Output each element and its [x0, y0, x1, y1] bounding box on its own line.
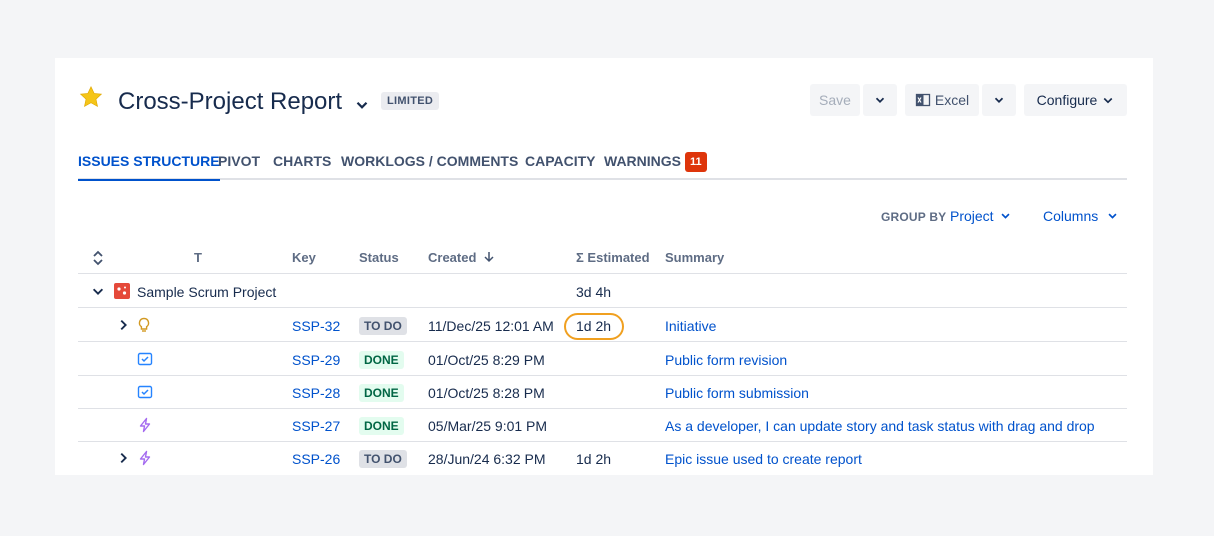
chevron-down-icon [1104, 97, 1113, 104]
issue-key-link[interactable]: SSP-27 [292, 418, 340, 434]
column-header-estimated[interactable]: Σ Estimated [576, 250, 650, 265]
task-checkbox-icon [137, 352, 153, 366]
table-row[interactable]: SSP-32 TO DO 11/Dec/25 12:01 AM 1d 2h In… [78, 309, 1127, 342]
chevron-down-icon [1001, 213, 1010, 219]
configure-button[interactable]: Configure [1024, 84, 1127, 116]
chevron-right-icon[interactable] [116, 451, 130, 465]
issue-key-link[interactable]: SSP-32 [292, 318, 340, 334]
status-lozenge: DONE [359, 417, 404, 435]
column-header-type[interactable]: T [194, 250, 202, 265]
tab-pivot[interactable]: PIVOT [218, 152, 260, 180]
column-header-key[interactable]: Key [292, 250, 316, 265]
tab-charts[interactable]: CHARTS [273, 152, 331, 180]
excel-dropdown-button[interactable] [982, 84, 1016, 116]
summary-link[interactable]: Public form submission [665, 385, 809, 401]
column-header-created-label: Created [428, 250, 477, 265]
column-header-created[interactable]: Created [428, 250, 495, 265]
save-dropdown-button[interactable] [863, 84, 897, 116]
issue-key-link[interactable]: SSP-26 [292, 451, 340, 467]
excel-button[interactable]: Excel [905, 84, 979, 116]
sort-descending-icon [484, 252, 494, 263]
tab-warnings[interactable]: WARNINGS 11 [604, 152, 707, 180]
lightbulb-icon [138, 317, 150, 332]
created-date: 11/Dec/25 12:01 AM [428, 318, 554, 334]
chevron-down-icon [994, 97, 1004, 103]
status-lozenge: TO DO [359, 450, 407, 468]
group-estimated: 3d 4h [576, 284, 612, 300]
warnings-count-badge: 11 [685, 152, 707, 172]
column-header-status[interactable]: Status [359, 250, 399, 265]
page-title: Cross-Project Report [118, 88, 343, 115]
column-header-summary[interactable]: Summary [665, 250, 724, 265]
table-row[interactable]: SSP-28 DONE 01/Oct/25 8:28 PM Public for… [78, 376, 1127, 409]
columns-label: Columns [1043, 208, 1099, 224]
task-checkbox-icon [137, 385, 153, 399]
favorite-star-icon[interactable] [78, 84, 104, 110]
tab-capacity[interactable]: CAPACITY [525, 152, 596, 180]
group-row[interactable]: Sample Scrum Project 3d 4h [78, 275, 1127, 308]
columns-dropdown[interactable]: Columns [1043, 208, 1118, 224]
project-avatar-icon [114, 283, 130, 299]
expand-collapse-all-icon[interactable] [91, 250, 105, 266]
created-date: 01/Oct/25 8:28 PM [428, 385, 545, 401]
table-row[interactable]: SSP-26 TO DO 28/Jun/24 6:32 PM 1d 2h Epi… [78, 442, 1127, 475]
created-date: 01/Oct/25 8:29 PM [428, 352, 545, 368]
table-row[interactable]: SSP-29 DONE 01/Oct/25 8:29 PM Public for… [78, 343, 1127, 376]
status-lozenge: DONE [359, 384, 404, 402]
chevron-down-icon [875, 97, 885, 103]
table-row[interactable]: SSP-27 DONE 05/Mar/25 9:01 PM As a devel… [78, 409, 1127, 442]
summary-link[interactable]: Initiative [665, 318, 716, 334]
epic-lightning-icon [139, 450, 151, 466]
table-header: T Key Status Created Σ Estimated Summary [78, 244, 1127, 274]
save-button[interactable]: Save [810, 84, 860, 116]
report-tabs: ISSUES STRUCTURE PIVOT CHARTS WORKLOGS /… [78, 152, 1127, 181]
issue-key-link[interactable]: SSP-29 [292, 352, 340, 368]
summary-link[interactable]: Epic issue used to create report [665, 451, 862, 467]
status-lozenge: TO DO [359, 317, 407, 335]
summary-link[interactable]: As a developer, I can update story and t… [665, 418, 1095, 434]
report-header: Cross-Project Report LIMITED Save Excel … [78, 84, 1127, 120]
epic-lightning-icon [139, 417, 151, 433]
tab-worklogs-comments[interactable]: WORKLOGS / COMMENTS [341, 152, 518, 180]
report-card: Cross-Project Report LIMITED Save Excel … [55, 58, 1153, 475]
summary-link[interactable]: Public form revision [665, 352, 787, 368]
status-lozenge: DONE [359, 351, 404, 369]
group-by-label: GROUP BY [881, 210, 947, 224]
estimated-value: 1d 2h [576, 451, 612, 467]
issue-key-link[interactable]: SSP-28 [292, 385, 340, 401]
chevron-down-icon [1108, 213, 1117, 219]
group-by-dropdown[interactable]: Project [950, 208, 1011, 224]
limited-badge: LIMITED [381, 92, 440, 110]
tab-issues-structure[interactable]: ISSUES STRUCTURE [78, 152, 220, 181]
configure-label: Configure [1036, 92, 1098, 108]
group-name: Sample Scrum Project [137, 284, 277, 300]
excel-icon [915, 93, 931, 107]
group-by-value: Project [950, 208, 994, 224]
excel-label: Excel [934, 92, 970, 108]
estimated-value: 1d 2h [576, 318, 612, 334]
tab-warnings-label: WARNINGS [604, 153, 681, 169]
chevron-right-icon[interactable] [116, 318, 130, 332]
chevron-down-icon[interactable] [353, 96, 371, 114]
created-date: 28/Jun/24 6:32 PM [428, 451, 546, 467]
created-date: 05/Mar/25 9:01 PM [428, 418, 548, 434]
chevron-down-icon[interactable] [91, 284, 105, 298]
